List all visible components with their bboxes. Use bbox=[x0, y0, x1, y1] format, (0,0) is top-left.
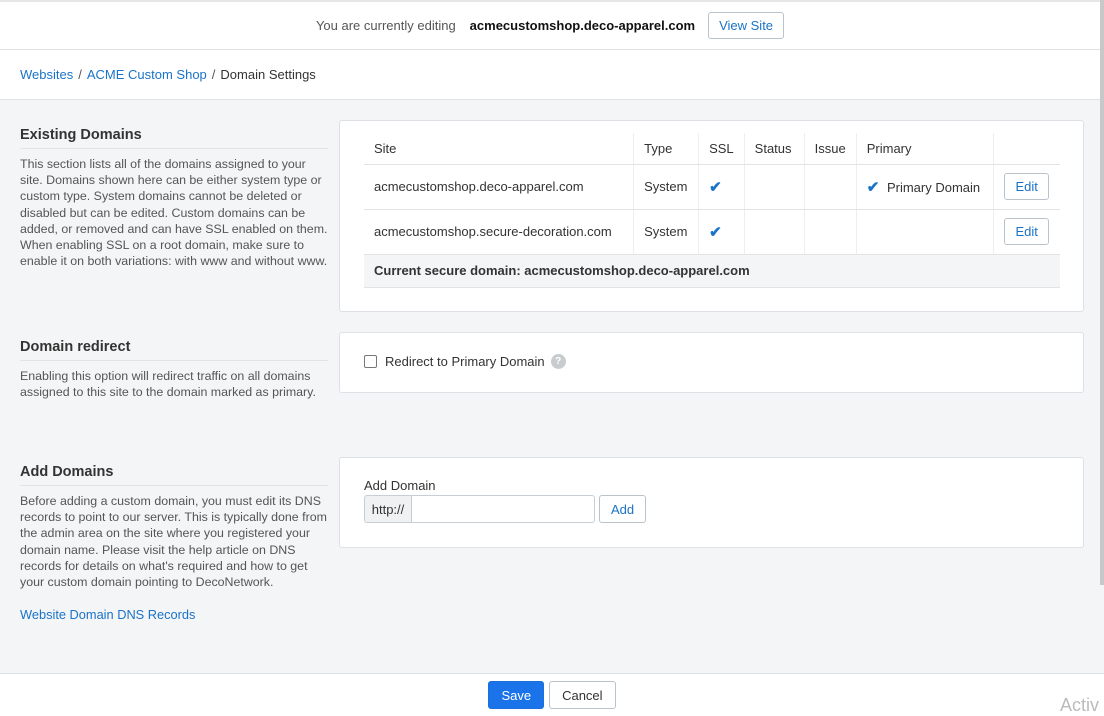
edit-domain-button[interactable]: Edit bbox=[1004, 173, 1049, 200]
existing-domains-panel: Site Type SSL Status Issue Primary acmec… bbox=[339, 120, 1084, 312]
existing-domains-description: This section lists all of the domains as… bbox=[20, 157, 328, 269]
ssl-check-icon: ✔ bbox=[709, 223, 722, 241]
help-icon[interactable]: ? bbox=[550, 354, 566, 369]
secure-domain-row: Current secure domain: acmecustomshop.de… bbox=[364, 254, 1060, 288]
domain-site-cell: acmecustomshop.secure-decoration.com bbox=[364, 209, 634, 255]
breadcrumb: Websites / ACME Custom Shop / Domain Set… bbox=[0, 50, 1100, 100]
column-header-site: Site bbox=[364, 133, 634, 165]
footer-actions: Save Cancel bbox=[0, 673, 1104, 716]
ssl-check-icon: ✔ bbox=[709, 178, 722, 196]
domain-primary-cell: ✔ Primary Domain bbox=[855, 164, 994, 210]
domain-redirect-info: Domain redirect Enabling this option wil… bbox=[20, 339, 328, 400]
add-domain-label: Add Domain bbox=[364, 478, 436, 493]
column-header-status: Status bbox=[743, 133, 805, 165]
table-row: acmecustomshop.secure-decoration.com Sys… bbox=[364, 209, 1060, 255]
table-row: acmecustomshop.deco-apparel.com System ✔… bbox=[364, 164, 1060, 210]
save-button[interactable]: Save bbox=[488, 681, 545, 709]
domain-issue-cell bbox=[803, 209, 857, 255]
add-domain-input-group: http:// Add bbox=[364, 495, 647, 523]
breadcrumb-current: Domain Settings bbox=[220, 67, 316, 82]
domain-site-cell: acmecustomshop.deco-apparel.com bbox=[364, 164, 634, 210]
breadcrumb-separator: / bbox=[211, 67, 216, 82]
add-domain-input[interactable] bbox=[411, 495, 595, 523]
domains-table: Site Type SSL Status Issue Primary acmec… bbox=[364, 133, 1060, 288]
existing-domains-info: Existing Domains This section lists all … bbox=[20, 127, 328, 269]
domain-actions-cell: Edit bbox=[993, 164, 1060, 210]
add-domain-panel: Add Domain http:// Add bbox=[339, 457, 1084, 548]
edit-domain-button[interactable]: Edit bbox=[1004, 218, 1049, 245]
current-site-domain: acmecustomshop.deco-apparel.com bbox=[469, 18, 696, 33]
breadcrumb-separator: / bbox=[78, 67, 82, 82]
redirect-option: Redirect to Primary Domain ? bbox=[364, 354, 566, 369]
secure-domain-text: Current secure domain: acmecustomshop.de… bbox=[364, 254, 1060, 288]
column-header-actions bbox=[993, 133, 1060, 165]
domain-actions-cell: Edit bbox=[993, 209, 1060, 255]
domain-redirect-description: Enabling this option will redirect traff… bbox=[20, 369, 316, 400]
add-domain-button[interactable]: Add bbox=[599, 495, 647, 523]
add-domains-info: Add Domains Before adding a custom domai… bbox=[20, 464, 328, 622]
redirect-checkbox-label[interactable]: Redirect to Primary Domain bbox=[385, 354, 545, 369]
primary-domain-label: Primary Domain bbox=[886, 179, 981, 195]
domain-redirect-panel: Redirect to Primary Domain ? bbox=[339, 332, 1084, 393]
table-header-row: Site Type SSL Status Issue Primary bbox=[364, 133, 1060, 165]
domain-redirect-title: Domain redirect bbox=[20, 339, 328, 361]
domain-status-cell bbox=[743, 209, 805, 255]
column-header-issue: Issue bbox=[803, 133, 857, 165]
add-domains-title: Add Domains bbox=[20, 464, 328, 486]
primary-check-icon: ✔ bbox=[866, 178, 880, 196]
column-header-ssl: SSL bbox=[698, 133, 745, 165]
view-site-button[interactable]: View Site bbox=[708, 12, 785, 39]
domain-ssl-cell: ✔ bbox=[698, 209, 745, 255]
breadcrumb-websites-link[interactable]: Websites bbox=[20, 67, 73, 82]
editing-text: You are currently editing bbox=[315, 18, 456, 33]
domain-primary-cell bbox=[855, 209, 994, 255]
domain-type-cell: System bbox=[633, 164, 699, 210]
domain-status-cell bbox=[743, 164, 805, 210]
cancel-button[interactable]: Cancel bbox=[549, 681, 616, 709]
activation-watermark: Activ bbox=[1060, 695, 1100, 715]
breadcrumb-shop-link[interactable]: ACME Custom Shop bbox=[87, 67, 207, 82]
domain-issue-cell bbox=[803, 164, 857, 210]
domain-ssl-cell: ✔ bbox=[698, 164, 745, 210]
vertical-scrollbar[interactable] bbox=[1100, 0, 1104, 585]
redirect-checkbox[interactable] bbox=[364, 355, 377, 368]
add-domains-description: Before adding a custom domain, you must … bbox=[20, 494, 327, 590]
column-header-primary: Primary bbox=[855, 133, 994, 165]
domain-type-cell: System bbox=[633, 209, 699, 255]
protocol-prefix: http:// bbox=[364, 495, 411, 523]
column-header-type: Type bbox=[633, 133, 699, 165]
editing-bar: You are currently editing acmecustomshop… bbox=[0, 0, 1100, 50]
dns-records-link[interactable]: Website Domain DNS Records bbox=[20, 607, 328, 622]
existing-domains-title: Existing Domains bbox=[20, 127, 328, 149]
